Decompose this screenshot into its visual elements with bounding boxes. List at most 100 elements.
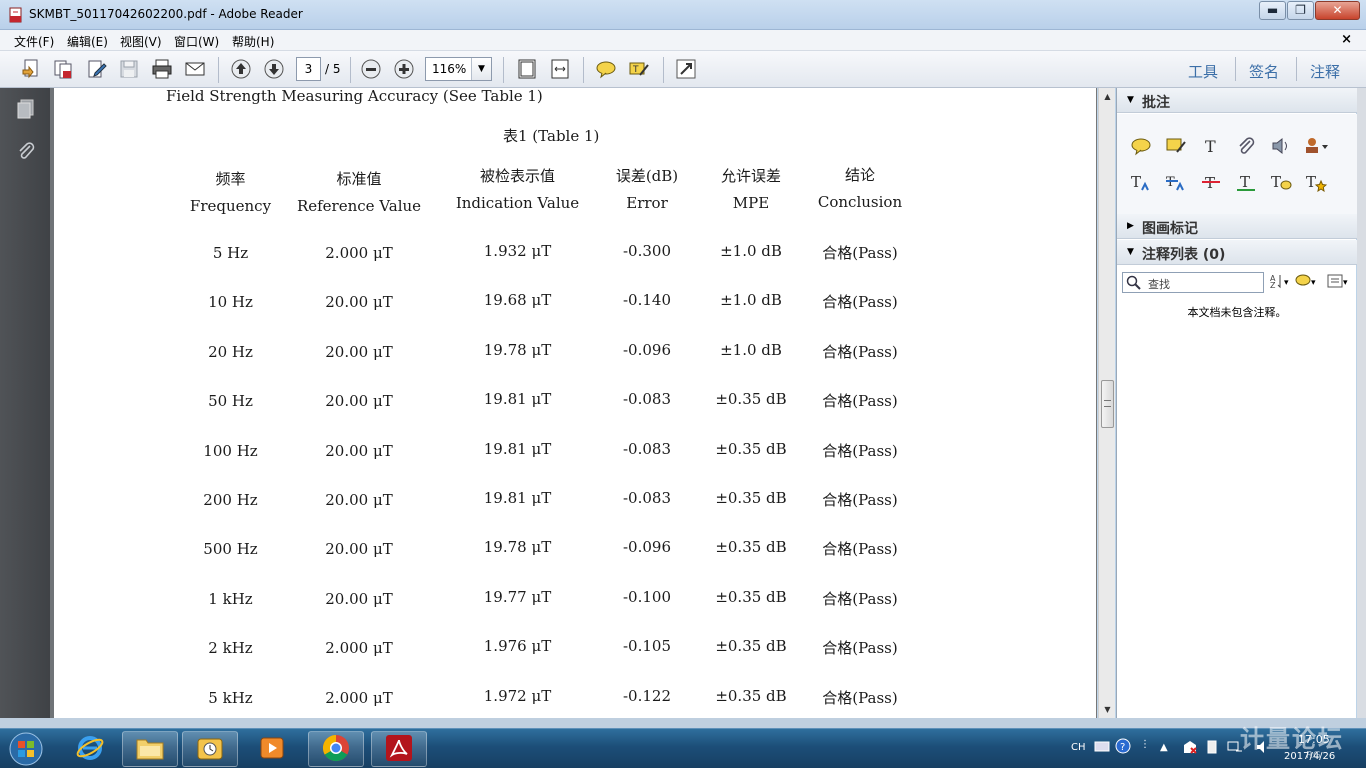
tray-menu-icon[interactable]: ⋮ [1140,739,1150,750]
tools-pane-link[interactable]: 工具 [1188,61,1218,82]
cell-frequency: 20 Hz [208,343,253,361]
highlight-text-icon[interactable] [1163,134,1189,158]
taskbar-adobe-reader[interactable] [371,731,427,767]
fit-width-icon[interactable] [547,57,573,81]
chevron-down-icon: ▾ [1284,277,1289,288]
scroll-thumb[interactable] [1101,380,1114,428]
comment-pane-link[interactable]: 注释 [1310,61,1340,82]
cell-reference: 20.00 μT [325,293,393,311]
column-header-en: Conclusion [817,193,903,211]
media-player-icon [257,734,287,765]
column-header-cn: 频率 [215,170,246,188]
zoom-in-icon[interactable] [391,57,417,81]
page-number-input[interactable]: 3 [296,57,321,81]
zoom-out-icon[interactable] [358,57,384,81]
sort-button[interactable]: A Z ▾ [1270,272,1289,293]
cell-reference: 20.00 μT [325,343,393,361]
edit-document-icon[interactable] [84,57,110,81]
record-audio-icon[interactable] [1268,134,1294,158]
options-button[interactable]: ▾ [1327,272,1348,293]
email-icon[interactable] [182,57,208,81]
page-thumbnails-icon[interactable] [13,96,39,122]
document-scrollbar[interactable]: ▲ ▼ [1098,88,1115,718]
window-title: SKMBT_50117042602200.pdf - Adobe Reader [29,7,303,21]
print-icon[interactable] [149,57,175,81]
cell-conclusion: 合格(Pass) [822,540,898,558]
comment-pane-scrollbar[interactable] [1357,88,1366,718]
document-view[interactable]: Field Strength Measuring Accuracy (See T… [54,88,1097,718]
scroll-up-icon[interactable]: ▲ [1099,88,1116,105]
text-star-icon[interactable]: T [1303,170,1329,194]
stamp-icon[interactable] [1303,134,1329,158]
folder-icon [135,735,165,764]
maximize-button[interactable]: ❐ [1287,1,1314,20]
menu-file[interactable]: 文件(F) [14,33,54,50]
sign-pane-link[interactable]: 签名 [1249,61,1279,82]
insert-text-icon[interactable]: T [1128,170,1154,194]
close-document-button[interactable]: × [1341,32,1352,47]
chevron-down-icon[interactable]: ▼ [471,58,491,80]
close-window-button[interactable]: ✕ [1315,1,1360,20]
save-icon[interactable] [116,57,142,81]
taskbar-media-player[interactable] [244,731,300,767]
device-icon[interactable] [1205,739,1219,758]
expand-icon[interactable] [673,57,699,81]
menu-help[interactable]: 帮助(H) [232,33,274,50]
menu-view[interactable]: 视图(V) [120,33,162,50]
show-hidden-icons[interactable]: ▲ [1160,742,1168,753]
cell-error: -0.140 [622,291,671,309]
add-text-icon[interactable]: T [1198,134,1224,158]
cell-reference: 2.000 μT [325,244,393,262]
sticky-note-icon[interactable] [1128,134,1154,158]
help-icon[interactable]: ? [1115,738,1131,757]
zoom-select[interactable]: 116% ▼ [425,57,492,81]
attachments-icon[interactable] [13,138,39,164]
taskbar-explorer[interactable] [122,731,178,767]
text-comment-icon[interactable]: T [1268,170,1294,194]
cell-error: -0.096 [622,341,671,359]
cell-mpe: ±0.35 dB [715,489,787,507]
cell-error: -0.096 [622,538,671,556]
comment-filter-icon [1295,274,1311,291]
column-header-cn: 误差(dB) [615,167,679,185]
restore-icon: ❐ [1295,3,1306,17]
sticky-note-icon[interactable] [593,57,619,81]
action-center-icon[interactable] [1182,739,1198,758]
combine-files-icon[interactable] [50,57,76,81]
main-toolbar: T [0,51,1366,88]
list-options-icon [1327,274,1343,291]
cell-conclusion: 合格(Pass) [822,343,898,361]
annotations-section-header[interactable]: ▼ 批注 [1117,88,1357,113]
replace-text-icon[interactable]: T [1163,170,1189,194]
column-header-en: Reference Value [296,197,422,215]
column-header-en: Indication Value [455,194,580,212]
highlight-text-icon[interactable]: T [626,57,652,81]
language-indicator[interactable]: CH [1071,742,1086,753]
next-page-icon[interactable] [261,57,287,81]
minimize-button[interactable]: ▬ [1259,1,1286,20]
comment-list-section-header[interactable]: ▼ 注释列表 (0) [1117,240,1357,265]
underline-icon[interactable]: T [1233,170,1259,194]
attach-file-icon[interactable] [1233,134,1259,158]
comment-search-input[interactable]: 查找 [1122,272,1264,293]
start-button[interactable] [6,732,46,766]
filter-button[interactable]: ▾ [1295,272,1316,293]
comment-list-header-label: 注释列表 (0) [1142,247,1226,263]
taskbar-ie[interactable] [62,731,118,767]
drawing-header-label: 图画标记 [1142,221,1198,237]
scroll-down-icon[interactable]: ▼ [1099,701,1116,718]
fit-page-icon[interactable] [514,57,540,81]
taskbar-chrome[interactable] [308,731,364,767]
drawing-markups-section-header[interactable]: ▶ 图画标记 [1117,214,1357,239]
zoom-value: 116% [432,62,467,76]
strikethrough-icon[interactable]: T [1198,170,1224,194]
navigation-pane [0,88,50,718]
menu-edit[interactable]: 编辑(E) [67,33,108,50]
keyboard-icon[interactable] [1094,739,1110,756]
previous-page-icon[interactable] [228,57,254,81]
menu-window[interactable]: 窗口(W) [174,33,219,50]
grip-icon [1104,400,1111,407]
column-header-indication: 被检表示值 Indication Value [450,163,585,217]
create-pdf-icon[interactable] [18,57,44,81]
taskbar-scheduler[interactable] [182,731,238,767]
